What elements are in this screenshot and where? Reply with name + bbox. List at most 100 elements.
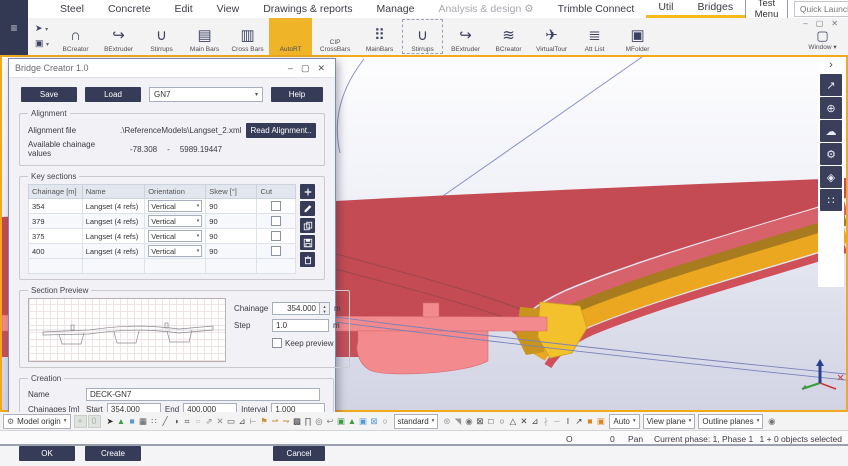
window-menu[interactable]: ▢ Window ▾ <box>801 28 844 51</box>
step-input[interactable] <box>272 319 329 332</box>
eye-toggle[interactable]: ◉ <box>766 415 777 428</box>
ribbon-tile[interactable]: ∩ BCreator <box>54 18 97 55</box>
selection-toggle[interactable]: ◥ <box>452 415 463 428</box>
ribbon-tile[interactable]: ∪ Stirrups <box>401 18 444 55</box>
table-row[interactable]: 400 Langset (4 refs) Vertical ▾ 90 <box>29 244 296 259</box>
ribbon-tile[interactable]: CIP CrossBars <box>312 18 358 55</box>
selection-toggle[interactable]: ◉ <box>463 415 474 428</box>
cut-checkbox[interactable] <box>271 231 281 241</box>
snap-toggle[interactable]: ▲ <box>116 415 127 428</box>
add-row-button[interactable] <box>300 184 315 199</box>
menu-item[interactable]: Steel <box>48 0 96 18</box>
snap-toggle[interactable]: ∏ <box>303 415 314 428</box>
selection-toggle[interactable]: ⊛ <box>441 415 452 428</box>
snap-toggle[interactable]: ⊠ <box>369 415 380 428</box>
snap-toggle[interactable]: ▭ <box>226 415 237 428</box>
selection-toggle[interactable]: ■ <box>584 415 595 428</box>
table-row[interactable]: 354 Langset (4 refs) Vertical ▾ 90 <box>29 199 296 214</box>
selection-toggle[interactable]: ✕ <box>518 415 529 428</box>
cut-checkbox[interactable] <box>271 216 281 226</box>
skew-cell[interactable]: 90 <box>206 229 257 244</box>
ribbon-tile[interactable]: ∪ Stirrups <box>140 18 183 55</box>
restore-icon[interactable]: ▢ <box>816 19 824 28</box>
snap-toggle[interactable]: ▣ <box>358 415 369 428</box>
model-origin-dropdown[interactable]: ⚙ Model origin ▾ <box>3 414 71 429</box>
selection-toggle[interactable]: ↗ <box>573 415 584 428</box>
chevron-down-icon[interactable]: ▾ <box>46 42 49 48</box>
box-select-tool[interactable]: ▣ ▾ <box>35 38 49 50</box>
side-panel-button[interactable]: ⚙ <box>820 143 842 165</box>
snap-toggle[interactable]: ○ <box>380 415 391 428</box>
snap-toggle[interactable]: ⇁ <box>281 415 292 428</box>
selection-toggle[interactable]: △ <box>507 415 518 428</box>
minimize-icon[interactable]: – <box>803 19 807 28</box>
snap-toggle[interactable]: ▦ <box>138 415 149 428</box>
ribbon-tile[interactable]: ⠿ MainBars <box>358 18 401 55</box>
selection-toggle[interactable]: □ <box>485 415 496 428</box>
snap-toggle[interactable]: ⌗ <box>182 415 193 428</box>
side-panel-button[interactable]: ◈ <box>820 166 842 188</box>
snap-toggle[interactable]: ╱ <box>160 415 171 428</box>
keep-preview-checkbox[interactable] <box>272 338 282 348</box>
menu-item[interactable]: Analysis & design ⚙ <box>426 0 545 18</box>
save-button[interactable]: Save <box>21 87 77 102</box>
side-panel-button[interactable]: ∷ <box>820 189 842 211</box>
menu-item[interactable]: Util <box>646 0 685 18</box>
close-icon[interactable]: ✕ <box>831 19 838 28</box>
snap-toggle[interactable]: ◑ <box>171 415 182 428</box>
name-input[interactable] <box>86 388 320 401</box>
snap-toggle[interactable]: ⚑ <box>259 415 270 428</box>
ribbon-tile[interactable]: ▤ Main Bars <box>183 18 226 55</box>
help-button[interactable]: Help <box>271 87 323 102</box>
skew-cell[interactable]: 90 <box>206 244 257 259</box>
empty-row[interactable] <box>29 259 296 274</box>
ribbon-tile[interactable]: ↪ BExtruder <box>444 18 487 55</box>
close-icon[interactable]: ✕ <box>313 63 329 74</box>
snap-toggle[interactable]: ⊿ <box>237 415 248 428</box>
menu-item[interactable]: Concrete <box>96 0 163 18</box>
read-alignment-button[interactable]: Read Alignment.. <box>246 123 316 138</box>
selection-toggle[interactable]: ⊠ <box>474 415 485 428</box>
delete-row-button[interactable] <box>300 252 315 267</box>
cut-checkbox[interactable] <box>271 201 281 211</box>
minimize-icon[interactable]: – <box>284 63 297 73</box>
snap-toggle[interactable]: ⌗ <box>193 415 204 428</box>
skew-cell[interactable]: 90 <box>206 199 257 214</box>
side-panel-button[interactable]: ⊕ <box>820 97 842 119</box>
ribbon-tile[interactable]: ✈ VirtualTour <box>530 18 573 55</box>
snap-toggle[interactable]: ■ <box>127 415 138 428</box>
menu-item[interactable]: Bridges <box>685 0 745 18</box>
cut-checkbox[interactable] <box>271 246 281 256</box>
table-row[interactable]: 379 Langset (4 refs) Vertical ▾ 90 <box>29 214 296 229</box>
load-button[interactable]: Load <box>85 87 141 102</box>
hamburger-icon[interactable]: ≡ <box>10 21 17 35</box>
menu-item[interactable]: Manage <box>365 0 427 18</box>
panel-collapse-button[interactable]: › <box>829 59 833 71</box>
chainage-stepper[interactable]: ▴ ▾ <box>320 302 330 315</box>
ribbon-tile[interactable]: ≋ BCreator <box>487 18 530 55</box>
selection-toggle[interactable]: ⊿ <box>529 415 540 428</box>
orientation-dropdown[interactable]: Vertical ▾ <box>148 215 202 227</box>
selection-toggle[interactable]: I <box>562 415 573 428</box>
side-panel-button[interactable]: ☁ <box>820 120 842 142</box>
cancel-button[interactable]: Cancel <box>273 446 325 461</box>
app-menu-strip[interactable]: ≡ <box>0 0 28 55</box>
orientation-dropdown[interactable]: Vertical ▾ <box>148 245 202 257</box>
chainage-cell[interactable]: 379 <box>29 214 83 229</box>
selection-toggle[interactable]: ▣ <box>595 415 606 428</box>
name-cell[interactable]: Langset (4 refs) <box>82 214 145 229</box>
snap-toggle[interactable]: ⊢ <box>248 415 259 428</box>
preset-dropdown[interactable]: GN7 ▾ <box>149 87 263 102</box>
ribbon-tile[interactable]: AutoRT <box>269 18 312 55</box>
ribbon-tile[interactable]: ▥ Cross Bars <box>226 18 269 55</box>
chevron-down-icon[interactable]: ▾ <box>45 27 48 33</box>
ok-button[interactable]: OK <box>19 446 75 461</box>
save-rows-button[interactable] <box>300 235 315 250</box>
snap-toggle[interactable]: ⇀ <box>270 415 281 428</box>
menu-item[interactable]: Edit <box>163 0 205 18</box>
maximize-icon[interactable]: ▢ <box>297 63 314 74</box>
orientation-dropdown[interactable]: Vertical ▾ <box>148 200 202 212</box>
chainage-cell[interactable]: 400 <box>29 244 83 259</box>
snap-toggle[interactable]: ◎ <box>314 415 325 428</box>
name-cell[interactable]: Langset (4 refs) <box>82 244 145 259</box>
